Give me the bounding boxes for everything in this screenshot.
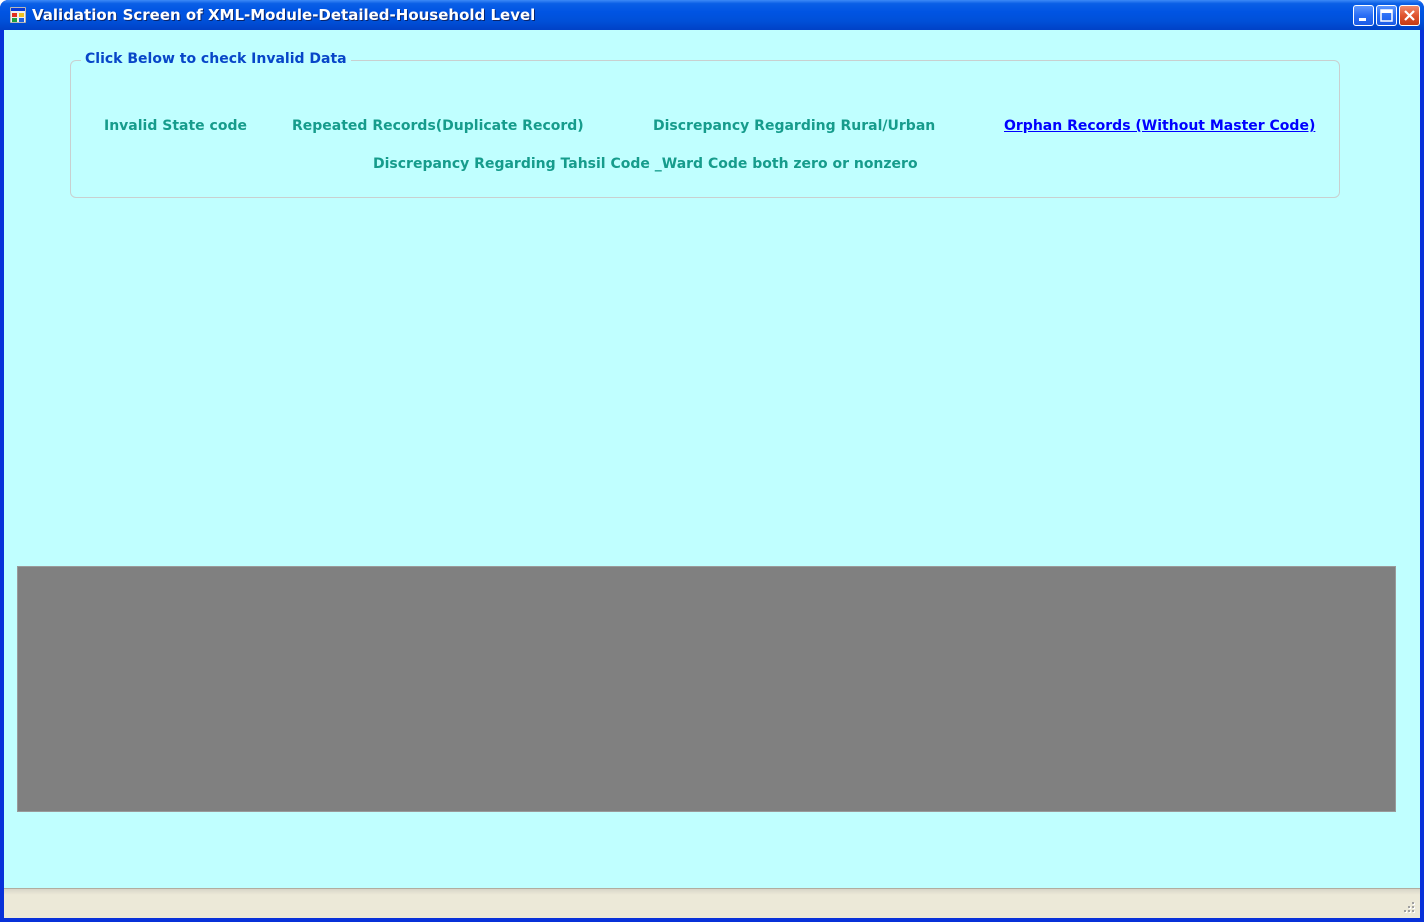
invalid-state-code-link[interactable]: Invalid State code <box>104 118 247 134</box>
orphan-records-link[interactable]: Orphan Records (Without Master Code) <box>1004 118 1315 134</box>
application-window: Validation Screen of XML-Module-Detailed… <box>0 0 1424 922</box>
tahsil-ward-discrepancy-link[interactable]: Discrepancy Regarding Tahsil Code _Ward … <box>373 156 918 172</box>
resize-grip-icon[interactable] <box>1402 900 1416 914</box>
maximize-icon <box>1380 9 1393 22</box>
window-title: Validation Screen of XML-Module-Detailed… <box>32 6 536 24</box>
repeated-records-link[interactable]: Repeated Records(Duplicate Record) <box>292 118 584 134</box>
data-grid-view[interactable] <box>17 566 1396 812</box>
status-bar <box>4 888 1420 918</box>
maximize-button[interactable] <box>1376 5 1397 26</box>
minimize-icon <box>1359 18 1366 21</box>
close-icon <box>1404 10 1415 21</box>
form-client-area: Click Below to check Invalid Data Invali… <box>4 30 1420 918</box>
app-icon <box>10 7 26 23</box>
title-bar[interactable]: Validation Screen of XML-Module-Detailed… <box>0 0 1424 30</box>
invalid-data-groupbox: Click Below to check Invalid Data Invali… <box>70 51 1340 198</box>
rural-urban-discrepancy-link[interactable]: Discrepancy Regarding Rural/Urban <box>653 118 935 134</box>
close-button[interactable] <box>1399 5 1420 26</box>
minimize-button[interactable] <box>1353 5 1374 26</box>
groupbox-legend: Click Below to check Invalid Data <box>81 51 351 67</box>
